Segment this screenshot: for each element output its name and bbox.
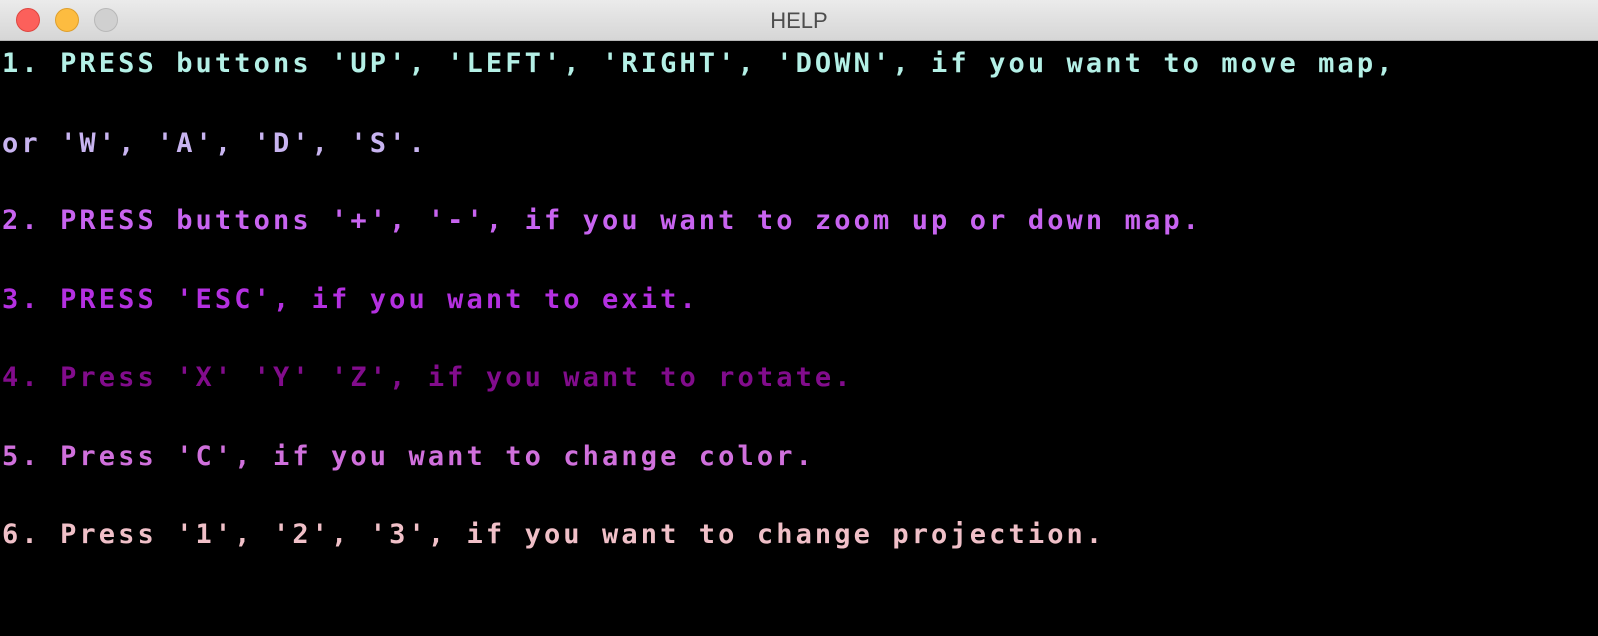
help-window: HELP 1. PRESS buttons 'UP', 'LEFT', 'RIG…	[0, 0, 1598, 636]
help-line-move-map-keys: or 'W', 'A', 'D', 'S'.	[2, 128, 428, 159]
help-content: 1. PRESS buttons 'UP', 'LEFT', 'RIGHT', …	[0, 41, 1598, 636]
help-line-zoom: 2. PRESS buttons '+', '-', if you want t…	[2, 205, 1203, 236]
help-line-color: 5. Press 'C', if you want to change colo…	[2, 441, 815, 472]
help-line-exit: 3. PRESS 'ESC', if you want to exit.	[2, 284, 699, 315]
window-title: HELP	[770, 8, 828, 33]
help-line-move-map: 1. PRESS buttons 'UP', 'LEFT', 'RIGHT', …	[2, 48, 1396, 79]
help-line-projection: 6. Press '1', '2', '3', if you want to c…	[2, 519, 1106, 550]
title-bar: HELP	[0, 0, 1598, 41]
help-line-rotate: 4. Press 'X' 'Y' 'Z', if you want to rot…	[2, 362, 854, 393]
